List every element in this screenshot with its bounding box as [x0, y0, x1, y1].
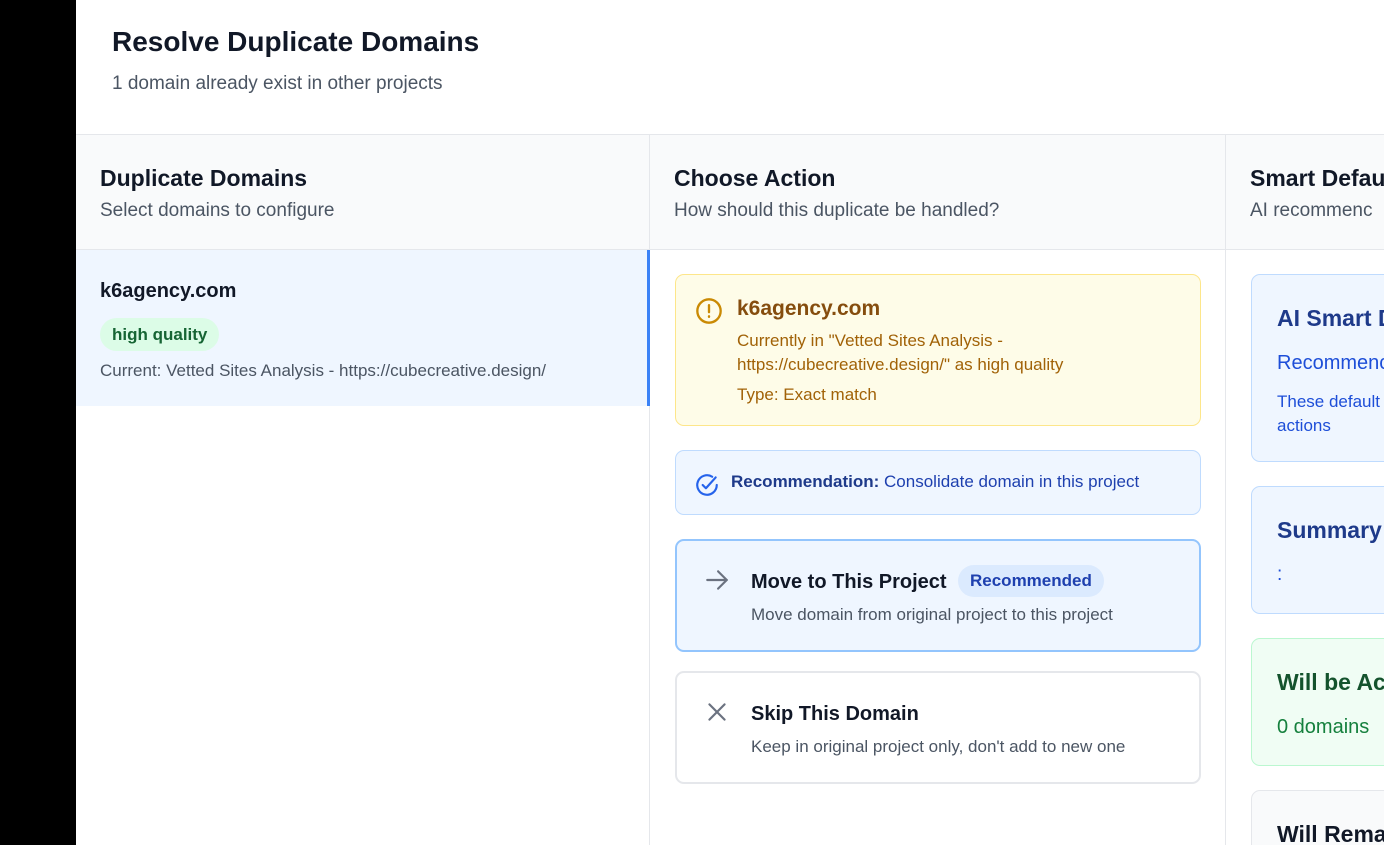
summary-value: : — [1277, 564, 1283, 585]
ai-card-title: AI Smart D — [1277, 305, 1384, 331]
duplicate-domains-subtitle: Select domains to configure — [100, 200, 335, 221]
recommendation-value: Consolidate domain in this project — [884, 472, 1140, 491]
warning-current-line-2: https://cubecreative.design/" as high qu… — [737, 355, 1064, 374]
duplicate-domains-title: Duplicate Domains — [100, 165, 308, 191]
alert-circle-icon — [696, 298, 722, 324]
arrow-right-icon — [706, 570, 728, 590]
will-remain-card: Will Rema — [1251, 790, 1384, 845]
move-option-title: Move to This Project — [751, 571, 947, 593]
check-circle-icon — [696, 474, 718, 496]
will-be-added-card: Will be Ac 0 domains — [1251, 638, 1384, 766]
duplicate-domains-header: Duplicate Domains Select domains to conf… — [76, 135, 649, 250]
move-option-description: Move domain from original project to thi… — [751, 605, 1113, 624]
recommendation-banner: Recommendation: Consolidate domain in th… — [675, 450, 1201, 515]
summary-title: Summary — [1277, 517, 1382, 543]
skip-option-title: Skip This Domain — [751, 703, 919, 725]
dialog-title: Resolve Duplicate Domains — [112, 26, 480, 57]
duplicate-warning-card: k6agency.com Currently in "Vetted Sites … — [675, 274, 1201, 426]
recommendation-text: Recommendation: Consolidate domain in th… — [731, 472, 1139, 492]
domain-current-project: Current: Vetted Sites Analysis - https:/… — [100, 361, 547, 380]
choose-action-subtitle: How should this duplicate be handled? — [674, 200, 1000, 221]
duplicate-domains-panel: Duplicate Domains Select domains to conf… — [76, 135, 650, 845]
smart-defaults-header: Smart Defau AI recommenc — [1226, 135, 1384, 250]
move-to-project-option[interactable]: Move to This Project Recommended Move do… — [675, 539, 1201, 652]
close-icon — [708, 703, 726, 721]
dialog-header: Resolve Duplicate Domains 1 domain alrea… — [76, 0, 1384, 135]
choose-action-title: Choose Action — [674, 165, 836, 191]
smart-defaults-subtitle: AI recommenc — [1250, 200, 1373, 221]
ai-smart-defaults-card: AI Smart D Recommenc These default actio… — [1251, 274, 1384, 462]
ai-card-recommend: Recommenc — [1277, 352, 1384, 374]
will-be-added-title: Will be Ac — [1277, 669, 1384, 695]
recommended-badge: Recommended — [958, 565, 1104, 597]
warning-current-line-1: Currently in "Vetted Sites Analysis - — [737, 331, 1003, 350]
choose-action-panel: Choose Action How should this duplicate … — [650, 135, 1226, 845]
domain-name: k6agency.com — [100, 280, 237, 302]
skip-option-description: Keep in original project only, don't add… — [751, 737, 1126, 756]
warning-domain: k6agency.com — [737, 297, 881, 320]
smart-defaults-title: Smart Defau — [1250, 165, 1384, 191]
ai-card-line-1: These default — [1277, 392, 1381, 411]
dialog-subtitle: 1 domain already exist in other projects — [112, 73, 443, 94]
will-be-added-count: 0 domains — [1277, 716, 1370, 738]
recommendation-label: Recommendation: — [731, 472, 880, 491]
quality-badge: high quality — [100, 318, 220, 351]
ai-card-line-2: actions — [1277, 416, 1331, 435]
resolve-duplicates-dialog: Resolve Duplicate Domains 1 domain alrea… — [76, 0, 1384, 845]
domain-list-item-selected[interactable]: k6agency.com high quality Current: Vette… — [76, 250, 650, 406]
warning-match-type: Type: Exact match — [737, 385, 877, 404]
smart-defaults-panel: Smart Defau AI recommenc AI Smart D Reco… — [1226, 135, 1384, 845]
choose-action-header: Choose Action How should this duplicate … — [650, 135, 1225, 250]
summary-card: Summary : — [1251, 486, 1384, 614]
skip-domain-option[interactable]: Skip This Domain Keep in original projec… — [675, 671, 1201, 784]
will-remain-title: Will Rema — [1277, 821, 1384, 845]
